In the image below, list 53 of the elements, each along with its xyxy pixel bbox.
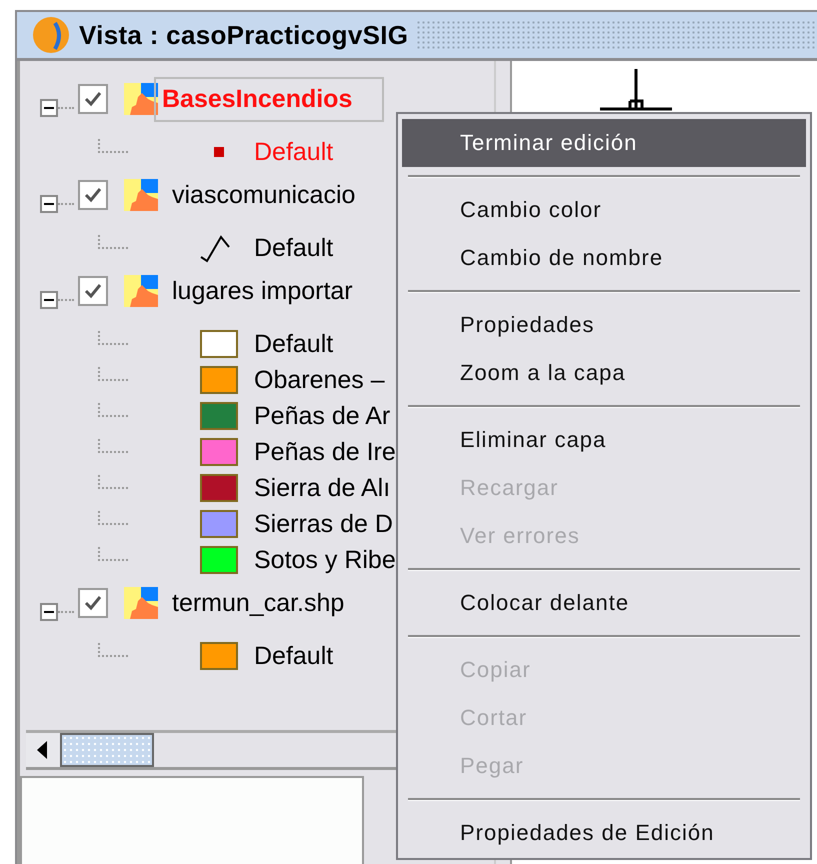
legend-label: Obarenes –	[254, 366, 385, 394]
title-bar-grip[interactable]	[416, 20, 817, 50]
legend-label: Peñas de Ire	[254, 438, 396, 466]
collapse-icon[interactable]	[40, 195, 58, 213]
tree-connector	[98, 331, 128, 345]
legend-label: Default	[254, 138, 334, 166]
legend-label: Default	[254, 330, 334, 358]
window-title: Vista : casoPracticogvSIG	[79, 20, 408, 50]
layer-icon	[124, 179, 158, 211]
layer-icon	[124, 587, 158, 619]
layer-icon	[124, 275, 158, 307]
globe-icon	[31, 15, 71, 55]
scroll-thumb[interactable]	[60, 733, 154, 767]
layer-name[interactable]: termun_car.shp	[168, 584, 348, 622]
tree-connector	[98, 235, 128, 249]
layer-name[interactable]: lugares importar	[168, 272, 357, 310]
tree-connector	[98, 367, 128, 381]
tree-connector	[98, 475, 128, 489]
layer-name[interactable]: viascomunicacio	[168, 176, 360, 214]
menu-item[interactable]: Zoom a la capa	[402, 349, 806, 397]
left-arrow-icon	[37, 741, 49, 759]
legend-label: Sierras de D	[254, 510, 393, 538]
menu-item[interactable]: Cambio de nombre	[402, 234, 806, 282]
checkmark-icon	[83, 282, 103, 300]
checkmark-icon	[83, 186, 103, 204]
collapse-icon[interactable]	[40, 99, 58, 117]
layer-checkbox[interactable]	[78, 180, 108, 210]
menu-item[interactable]: Colocar delante	[402, 579, 806, 627]
layer-checkbox[interactable]	[78, 276, 108, 306]
tree-connector	[98, 547, 128, 561]
scroll-left-button[interactable]	[26, 733, 60, 767]
legend-label: Sierra de Alı	[254, 474, 390, 502]
collapse-icon[interactable]	[40, 291, 58, 309]
menu-item[interactable]: Propiedades	[402, 301, 806, 349]
tree-connector	[98, 403, 128, 417]
menu-item[interactable]: Eliminar capa	[402, 416, 806, 464]
tree-connector	[98, 439, 128, 453]
checkmark-icon	[83, 594, 103, 612]
tree-connector	[98, 643, 128, 657]
collapse-icon[interactable]	[40, 603, 58, 621]
legend-label: Default	[254, 642, 334, 670]
tree-connector	[98, 139, 128, 153]
menu-item[interactable]: Terminar edición	[402, 119, 806, 167]
menu-item[interactable]: Cambio color	[402, 186, 806, 234]
checkmark-icon	[83, 90, 103, 108]
tree-connector	[98, 511, 128, 525]
menu-item[interactable]: Propiedades de Edición	[402, 809, 806, 857]
legend-label: Sotos y Ribe	[254, 546, 396, 574]
legend-label: Peñas de Ar	[254, 402, 390, 430]
layer-icon	[124, 83, 158, 115]
layer-checkbox[interactable]	[78, 84, 108, 114]
legend-label: Default	[254, 234, 334, 262]
layer-checkbox[interactable]	[78, 588, 108, 618]
